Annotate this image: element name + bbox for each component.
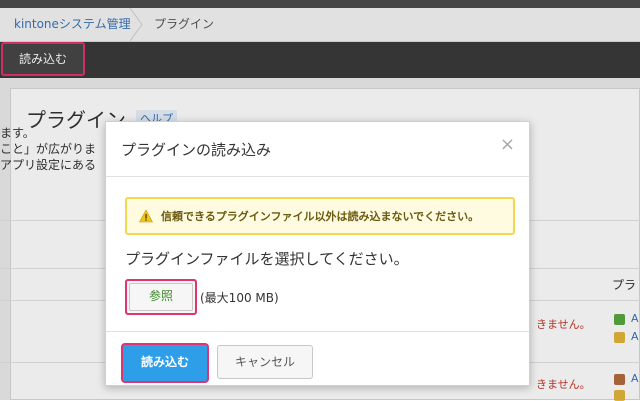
import-button[interactable]: 読み込む — [121, 343, 209, 383]
browse-button-label: 参照 — [148, 289, 173, 303]
close-icon[interactable]: × — [500, 134, 515, 155]
plugin-import-dialog: プラグインの読み込み × 信頼できるプラグインファイル以外は読み込まないでくださ… — [105, 121, 530, 386]
cancel-button[interactable]: キャンセル — [217, 345, 313, 379]
max-size-note: (最大100 MB) — [200, 291, 279, 305]
warning-alert: 信頼できるプラグインファイル以外は読み込まないでください。 — [125, 197, 515, 235]
instruction-text: プラグインファイルを選択してください。 — [125, 250, 409, 268]
browse-button[interactable]: 参照 — [125, 279, 197, 315]
dialog-header-divider — [106, 176, 529, 177]
dialog-footer-divider — [106, 331, 529, 332]
warning-icon — [139, 209, 153, 223]
dialog-title: プラグインの読み込み — [121, 141, 272, 159]
warning-text: 信頼できるプラグインファイル以外は読み込まないでください。 — [161, 210, 480, 223]
